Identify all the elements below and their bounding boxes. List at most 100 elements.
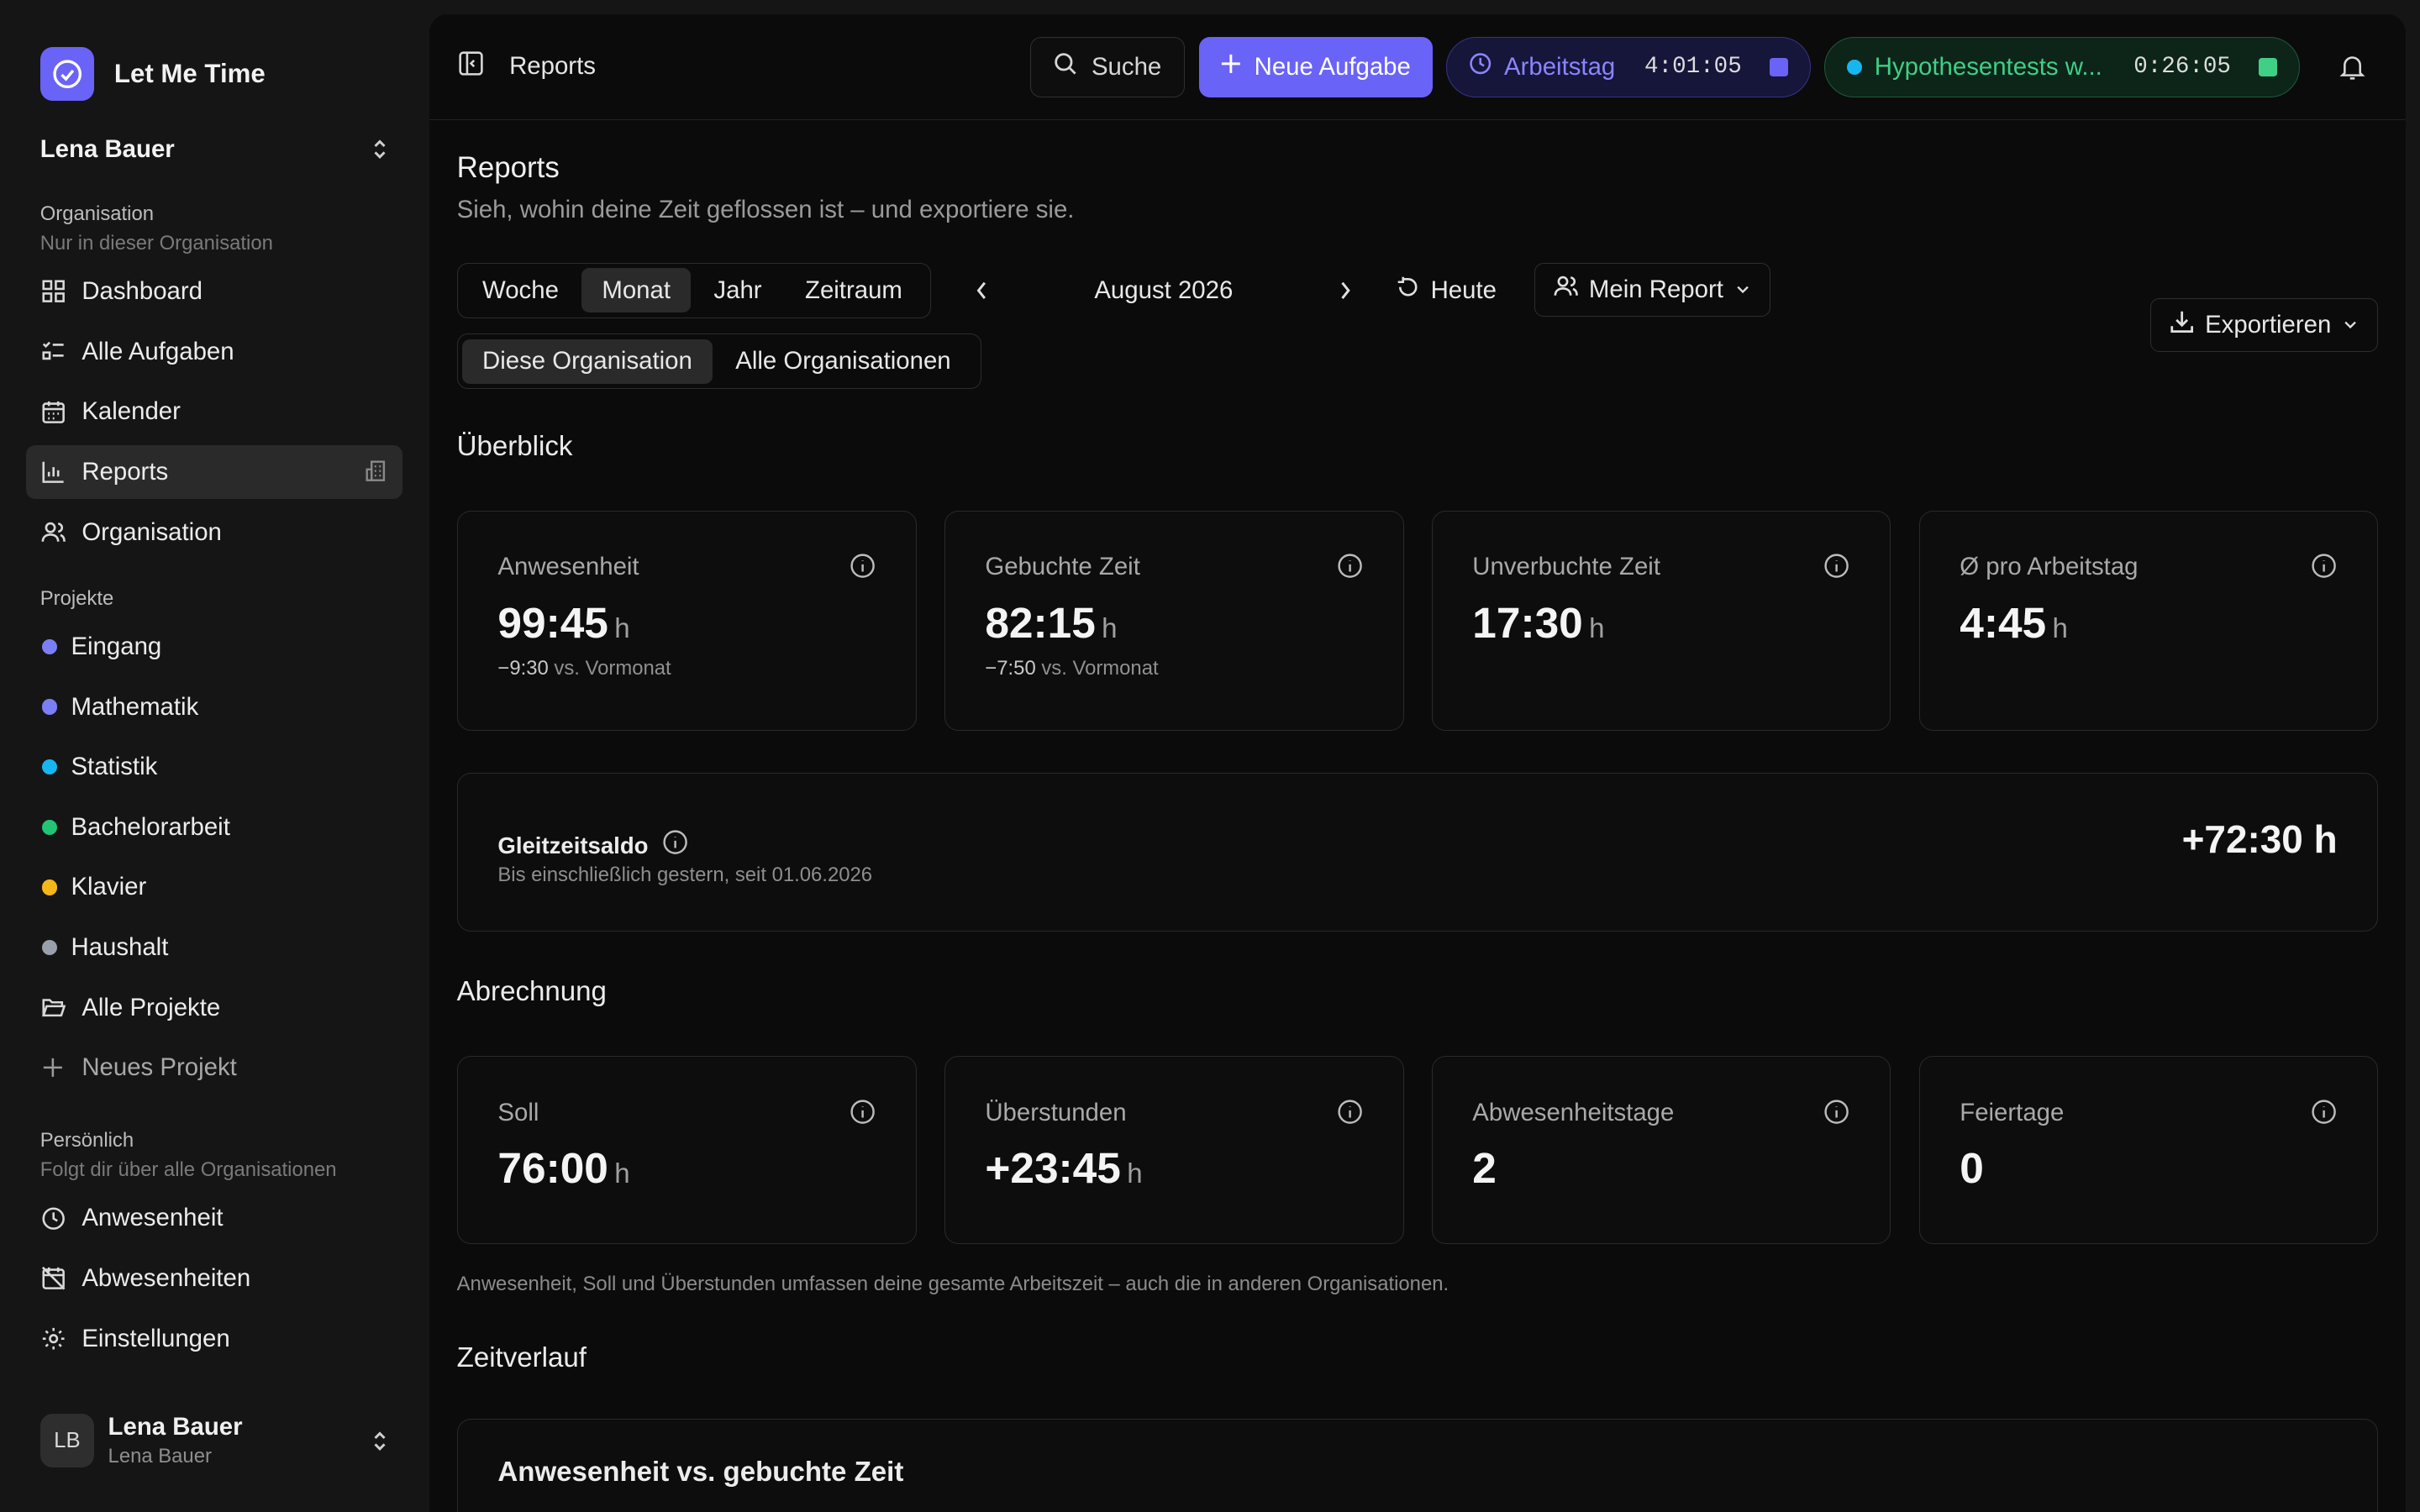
stat-label: Ø pro Arbeitstag [1960, 553, 2139, 581]
stat-delta-text: vs. Vormonat [1041, 656, 1159, 680]
org-section-title: Organisation [39, 202, 155, 225]
sidebar-item-settings[interactable]: Einstellungen [26, 1311, 402, 1365]
info-icon[interactable] [2311, 553, 2337, 579]
sidebar-item-label: Dashboard [82, 277, 203, 306]
calendar-off-icon [40, 1265, 66, 1291]
stat-value: 82:15 [985, 597, 1096, 647]
today-button[interactable]: Heute [1397, 275, 1497, 306]
stat-value: 76:00 [497, 1143, 608, 1193]
task-timer-time: 0:26:05 [2133, 54, 2231, 81]
dashboard-grid-icon [40, 278, 66, 304]
workday-label: Arbeitstag [1504, 52, 1616, 81]
breadcrumb: Reports [509, 52, 596, 81]
brand[interactable]: Let Me Time [26, 40, 402, 108]
profile-switcher[interactable]: LB Lena Bauer Lena Bauer [39, 1413, 403, 1469]
info-icon[interactable] [1823, 553, 1849, 579]
sidebar: Let Me Time Lena Bauer Organisation Nur … [0, 0, 429, 1512]
period-year[interactable]: Jahr [694, 268, 782, 312]
scope-this-org[interactable]: Diese Organisation [462, 339, 713, 384]
info-icon[interactable] [2311, 1099, 2337, 1125]
period-month[interactable]: Monat [581, 268, 691, 313]
main-panel: Reports Suche Neue Aufgabe Arbeitstag 4:… [429, 13, 2407, 1512]
chevron-up-down-icon [371, 1429, 389, 1453]
project-color-dot [41, 819, 57, 835]
sidebar-item-dashboard[interactable]: Dashboard [26, 265, 402, 318]
project-color-dot [41, 939, 57, 956]
org-nav: Dashboard Alle Aufgaben Kalender Reports… [26, 265, 403, 559]
report-select[interactable]: Mein Report [1534, 262, 1770, 317]
sidebar-toggle-icon[interactable] [457, 50, 485, 84]
brand-logo-icon [39, 47, 95, 102]
sidebar-item-label: Organisation [82, 517, 222, 546]
task-timer[interactable]: Hypothesentests w... 0:26:05 [1824, 37, 2300, 97]
new-project-button[interactable]: Neues Projekt [26, 1041, 402, 1095]
project-item-haushalt[interactable]: Haushalt [26, 921, 402, 974]
info-icon[interactable] [1337, 553, 1363, 579]
info-icon[interactable] [1337, 1099, 1363, 1125]
projects-nav: Eingang Mathematik Statistik Bachelorarb… [26, 620, 402, 1095]
billing-cards: Soll 76:00 h Überstunden +23:45 h Abwesenh… [456, 1056, 2379, 1245]
timeline-heading: Zeitverlauf [456, 1341, 587, 1373]
sidebar-item-label: Anwesenheit [82, 1204, 224, 1232]
workday-time: 4:01:05 [1644, 54, 1742, 81]
task-list-icon [40, 339, 66, 365]
project-label: Klavier [71, 873, 147, 901]
project-item-eingang[interactable]: Eingang [26, 620, 402, 674]
org-user-switcher[interactable]: Lena Bauer [26, 128, 402, 171]
sidebar-item-reports[interactable]: Reports [26, 444, 403, 500]
sidebar-item-organisation[interactable]: Organisation [26, 505, 402, 559]
stat-card-holidays: Feiertage 0 [1918, 1056, 2379, 1245]
bell-icon[interactable] [2329, 53, 2375, 81]
stop-workday-button[interactable] [1769, 57, 1788, 76]
project-color-dot [41, 638, 57, 655]
building-icon [364, 459, 388, 490]
sidebar-item-all-projects[interactable]: Alle Projekte [26, 981, 402, 1035]
stat-unit: h [614, 612, 630, 644]
project-item-mathematik[interactable]: Mathematik [26, 680, 402, 733]
period-week[interactable]: Woche [462, 268, 579, 312]
period-segmented-control: Woche Monat Jahr Zeitraum [456, 262, 931, 318]
stat-card-target: Soll 76:00 h [456, 1056, 917, 1245]
project-item-statistik[interactable]: Statistik [26, 740, 402, 794]
project-item-klavier[interactable]: Klavier [26, 860, 402, 914]
sidebar-item-attendance[interactable]: Anwesenheit [26, 1191, 402, 1245]
org-user-name: Lena Bauer [39, 135, 175, 164]
download-icon [2170, 309, 2194, 340]
export-button[interactable]: Exportieren [2149, 297, 2379, 353]
sidebar-item-calendar[interactable]: Kalender [26, 385, 402, 438]
gear-icon [40, 1326, 66, 1352]
folder-open-icon [40, 995, 66, 1021]
info-icon[interactable] [662, 829, 688, 862]
scope-segmented-control: Diese Organisation Alle Organisationen [456, 333, 982, 390]
stop-task-button[interactable] [2259, 57, 2278, 76]
calendar-icon [40, 399, 66, 425]
sidebar-item-all-tasks[interactable]: Alle Aufgaben [26, 325, 402, 379]
flextime-subtitle: Bis einschließlich gestern, seit 01.06.2… [497, 863, 873, 886]
personal-section-subtitle: Folgt dir über alle Organisationen [39, 1158, 337, 1182]
timeline-card-title: Anwesenheit vs. gebuchte Zeit [497, 1456, 904, 1488]
overview-cards: Anwesenheit 99:45 h −9:30 vs. Vormonat Ge… [456, 510, 2379, 732]
search-button[interactable]: Suche [1030, 37, 1186, 97]
period-range[interactable]: Zeitraum [785, 268, 923, 312]
personal-section-title: Persönlich [39, 1128, 134, 1152]
sidebar-item-absences[interactable]: Abwesenheiten [26, 1252, 402, 1305]
workday-timer[interactable]: Arbeitstag 4:01:05 [1446, 37, 1811, 97]
page-title: Reports [456, 150, 560, 184]
info-icon[interactable] [1823, 1099, 1849, 1125]
info-icon[interactable] [850, 1099, 876, 1125]
project-label: Bachelorarbeit [71, 812, 230, 841]
stat-value: 2 [1472, 1143, 1497, 1193]
profile-subtitle: Lena Bauer [108, 1445, 212, 1468]
chevron-left-icon[interactable] [966, 275, 997, 306]
search-label: Suche [1091, 52, 1162, 81]
project-item-bachelorarbeit[interactable]: Bachelorarbeit [26, 801, 402, 854]
users-icon [40, 519, 66, 545]
new-task-button[interactable]: Neue Aufgabe [1198, 37, 1433, 97]
search-icon [1053, 51, 1077, 82]
task-timer-label: Hypothesentests w... [1874, 52, 2102, 81]
stat-unit: h [1589, 612, 1605, 644]
scope-all-orgs[interactable]: Alle Organisationen [715, 339, 971, 384]
bar-chart-icon [40, 459, 66, 485]
info-icon[interactable] [850, 553, 876, 579]
chevron-right-icon[interactable] [1330, 275, 1361, 306]
